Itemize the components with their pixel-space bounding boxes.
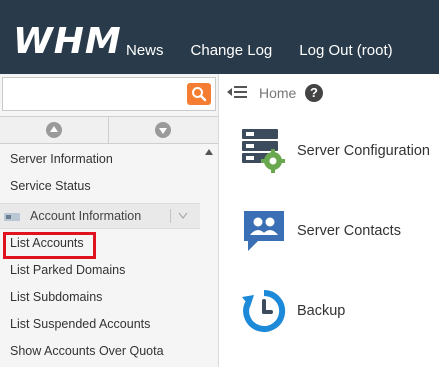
category-server-configuration[interactable]: Server Configuration <box>240 127 439 177</box>
account-icon <box>4 213 20 221</box>
help-icon[interactable]: ? <box>305 84 323 102</box>
category-label: Backup <box>297 303 346 319</box>
category-server-contacts[interactable]: Server Contacts <box>240 207 439 257</box>
search-icon <box>192 87 207 102</box>
category-backup[interactable]: Backup <box>240 287 439 337</box>
sidebar-item-list-parked-domains[interactable]: List Parked Domains <box>10 263 125 277</box>
search-input[interactable] <box>3 78 183 110</box>
contacts-icon <box>244 211 284 251</box>
top-nav: News Change Log Log Out (root) <box>126 42 420 59</box>
server-config-icon <box>242 129 285 173</box>
chevron-down-icon <box>155 122 171 138</box>
backup-icon <box>242 289 286 332</box>
nav-logout-link[interactable]: Log Out (root) <box>299 42 392 59</box>
sidebar-group-label: Account Information <box>30 209 142 223</box>
breadcrumb-home[interactable]: Home <box>259 85 296 101</box>
chevron-down-icon <box>178 212 188 219</box>
category-label: Server Contacts <box>297 223 401 239</box>
search-box <box>2 77 216 111</box>
sidebar: Server Information Service Status Accoun… <box>0 74 219 367</box>
sidebar-item-server-information[interactable]: Server Information <box>10 152 113 166</box>
category-label: Server Configuration <box>297 143 430 159</box>
chevron-up-icon <box>46 122 62 138</box>
scroll-up-button[interactable] <box>0 117 109 143</box>
sidebar-item-service-status[interactable]: Service Status <box>10 179 91 193</box>
sidebar-item-show-accounts-over-quota[interactable]: Show Accounts Over Quota <box>10 344 164 358</box>
group-separator <box>170 209 171 223</box>
nav-change-log-link[interactable]: Change Log <box>191 42 273 59</box>
sidebar-arrows <box>0 116 218 144</box>
scroll-up-arrow-icon <box>205 149 213 155</box>
whm-logo[interactable]: WHM <box>13 22 122 62</box>
scroll-down-button[interactable] <box>109 117 217 143</box>
breadcrumb: Home ? <box>219 74 439 112</box>
search-button[interactable] <box>187 83 211 105</box>
sidebar-item-list-subdomains[interactable]: List Subdomains <box>10 290 102 304</box>
sidebar-item-list-suspended-accounts[interactable]: List Suspended Accounts <box>10 317 150 331</box>
collapse-sidebar-icon[interactable] <box>227 84 247 100</box>
sidebar-group-account-information[interactable]: Account Information <box>0 203 200 229</box>
nav-news-link[interactable]: News <box>126 42 164 59</box>
top-bar: WHM News Change Log Log Out (root) <box>0 0 439 74</box>
sidebar-scrollbar[interactable] <box>200 144 218 367</box>
selected-item-highlight <box>3 232 96 259</box>
